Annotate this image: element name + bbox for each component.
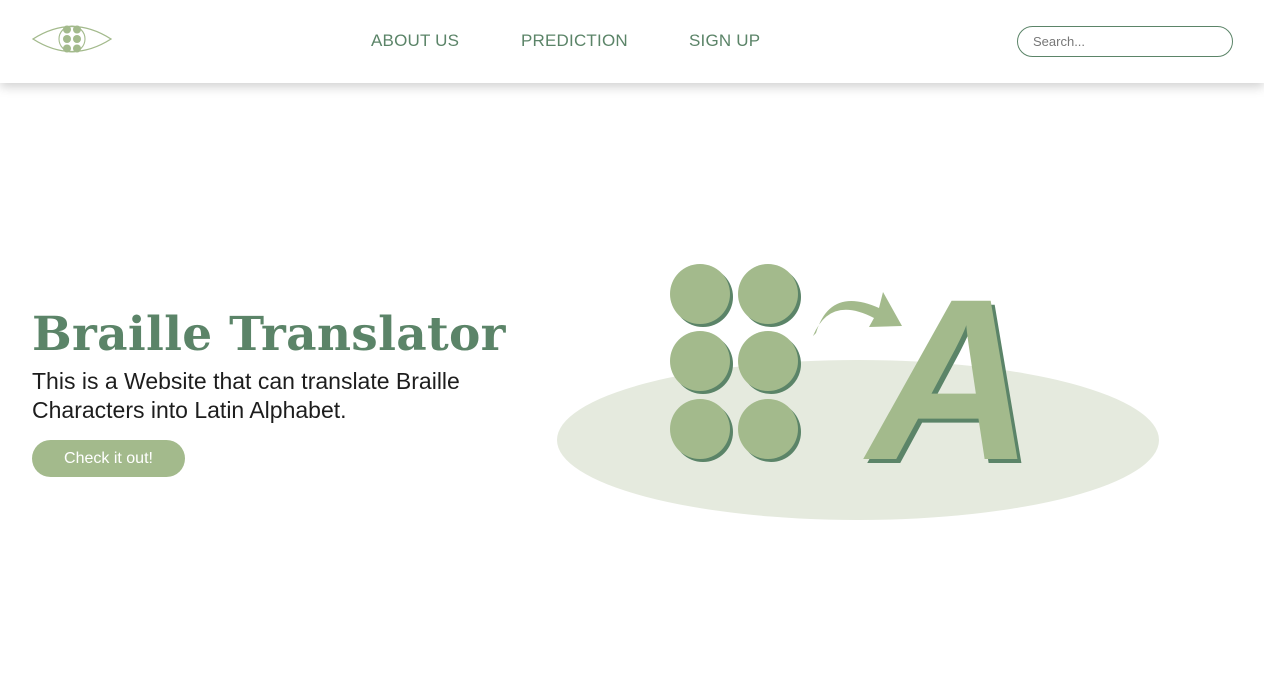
navbar: ABOUT US PREDICTION SIGN UP bbox=[0, 0, 1264, 83]
nav-link-about-us[interactable]: ABOUT US bbox=[371, 31, 459, 51]
braille-to-latin-illustration: A A bbox=[540, 250, 1180, 540]
latin-letter-a-face: A bbox=[863, 251, 1034, 508]
nav-link-prediction[interactable]: PREDICTION bbox=[521, 31, 628, 51]
hero-description: This is a Website that can translate Bra… bbox=[32, 368, 460, 423]
nav-link-sign-up[interactable]: SIGN UP bbox=[689, 31, 760, 51]
hero-title: Braille Translator bbox=[32, 307, 506, 362]
search-input[interactable] bbox=[1017, 26, 1233, 57]
background-ellipse bbox=[557, 360, 1159, 520]
check-it-out-button[interactable]: Check it out! bbox=[32, 440, 185, 477]
